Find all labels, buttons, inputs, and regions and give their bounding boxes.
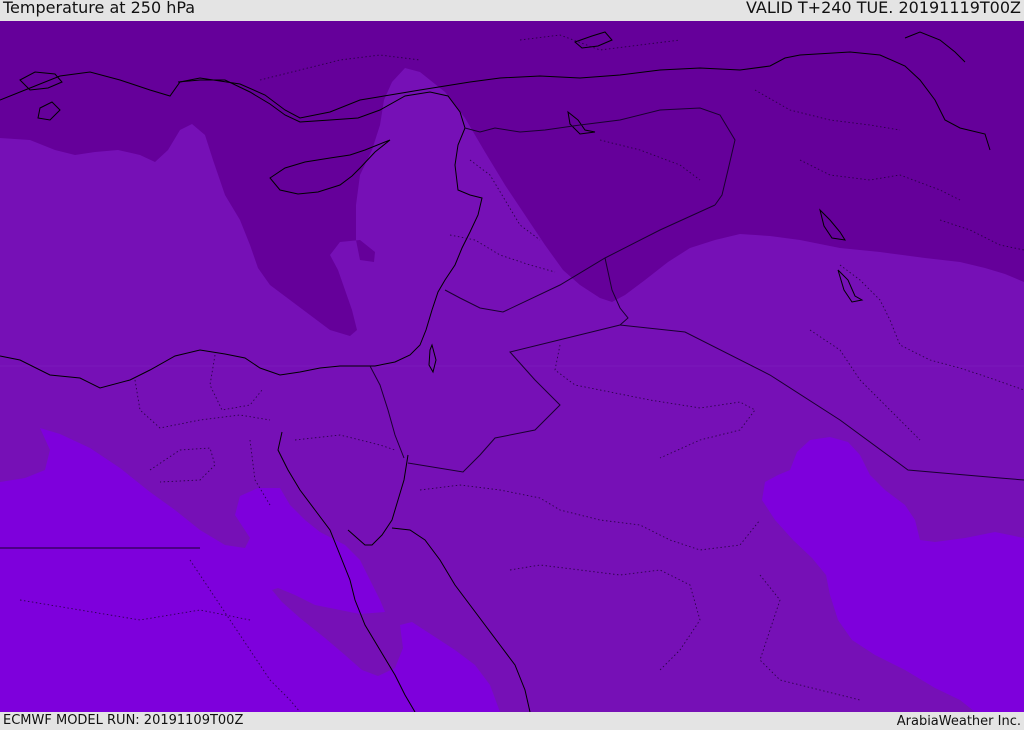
model-run-label: ECMWF MODEL RUN: 20191109T00Z [3,713,244,728]
credit-label: ArabiaWeather Inc. [896,714,1021,729]
header-bar: Temperature at 250 hPa VALID T+240 TUE. … [0,0,1024,21]
valid-time: VALID T+240 TUE. 20191119T00Z [745,0,1021,17]
map-title: Temperature at 250 hPa [3,0,196,17]
footer-bar: ECMWF MODEL RUN: 20191109T00Z ArabiaWeat… [0,712,1024,729]
temperature-map [0,21,1024,712]
